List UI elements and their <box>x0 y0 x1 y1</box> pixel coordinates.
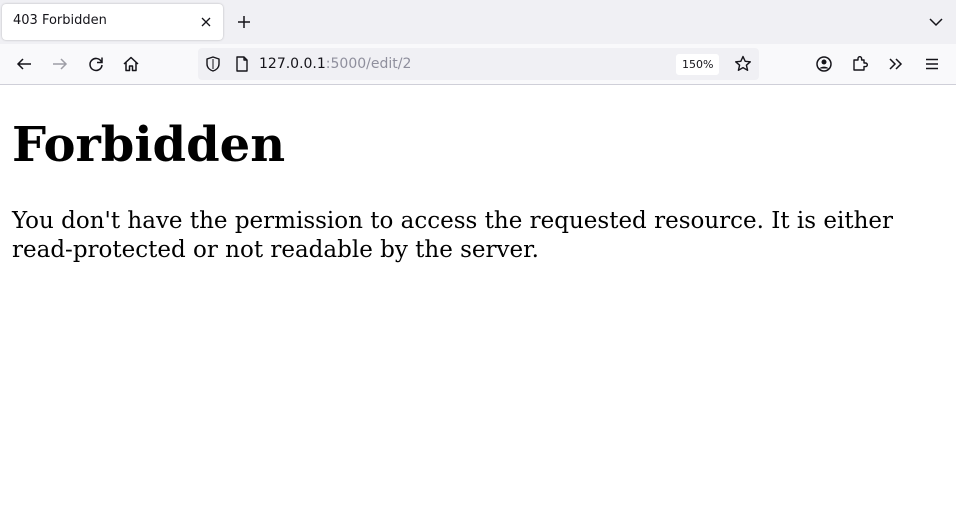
puzzle-icon[interactable] <box>850 54 870 74</box>
nav-toolbar: 127.0.0.1:5000/edit/2 150% <box>0 44 956 85</box>
double-chevron-icon[interactable] <box>886 54 906 74</box>
page-icon[interactable] <box>233 55 251 73</box>
chevron-down-icon[interactable] <box>926 12 946 32</box>
tab-strip: 403 Forbidden <box>0 0 956 44</box>
error-message: You don't have the permission to access … <box>12 208 894 263</box>
url-path: :5000/edit/2 <box>325 56 412 72</box>
close-icon[interactable] <box>198 14 214 30</box>
arrow-right-icon[interactable] <box>50 54 70 74</box>
hamburger-icon[interactable] <box>922 54 942 74</box>
zoom-badge[interactable]: 150% <box>676 54 720 75</box>
url-bar[interactable]: 127.0.0.1:5000/edit/2 <box>198 48 759 80</box>
shield-icon[interactable] <box>204 55 222 73</box>
home-icon[interactable] <box>121 54 141 74</box>
tab-active[interactable]: 403 Forbidden <box>2 4 223 40</box>
account-icon[interactable] <box>814 54 834 74</box>
arrow-left-icon[interactable] <box>14 54 34 74</box>
tab-title: 403 Forbidden <box>13 13 107 28</box>
url-host: 127.0.0.1 <box>259 56 326 72</box>
reload-icon[interactable] <box>86 54 106 74</box>
page-title: Forbidden <box>12 117 286 173</box>
plus-icon[interactable] <box>234 12 254 32</box>
url-text[interactable]: 127.0.0.1:5000/edit/2 <box>259 56 411 72</box>
page-content: Forbidden You don't have the permission … <box>0 85 956 510</box>
star-icon[interactable] <box>733 54 753 74</box>
